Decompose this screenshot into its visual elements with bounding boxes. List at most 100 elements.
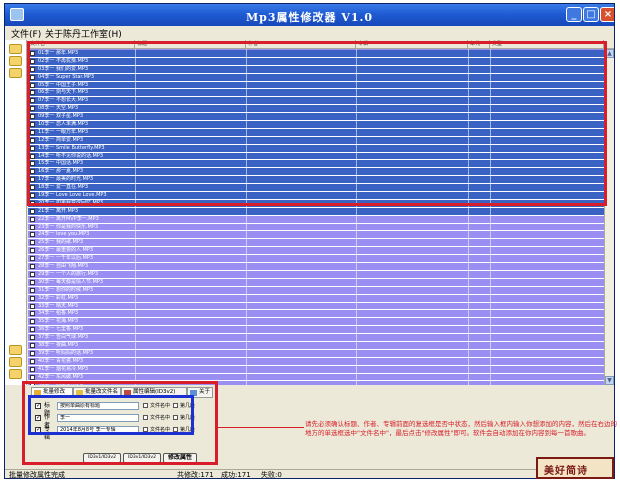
maximize-button[interactable]: □	[583, 7, 599, 22]
file-icon	[30, 114, 35, 120]
table-row[interactable]: 18李一 爱一直在.MP3	[28, 184, 604, 193]
table-row[interactable]: 15李一 中国话.MP3	[28, 160, 604, 169]
album-checkbox[interactable]: ✓	[35, 427, 41, 433]
tab-batch-edit[interactable]: 批量修改	[31, 387, 73, 398]
file-icon	[30, 287, 35, 293]
column-header-artist[interactable]: 作者	[246, 40, 356, 49]
file-icon	[30, 319, 35, 325]
table-row[interactable]: 32李一 彩虹.MP3	[28, 294, 604, 303]
table-row[interactable]: 02李一 不再犹豫.MP3	[28, 57, 604, 66]
row-filename: 28李一 自由飞翔.MP3	[38, 263, 89, 270]
column-header-year[interactable]: 年代	[468, 40, 490, 49]
table-row[interactable]: 16李一 那一夏.MP3	[28, 168, 604, 177]
artist-input[interactable]: 李一	[57, 414, 139, 422]
column-header-genre[interactable]: 类型	[490, 40, 604, 49]
row-filename: 24李一 love you.MP3	[38, 231, 90, 238]
table-row[interactable]: 09李一 双子星.MP3	[28, 113, 604, 122]
folder-tree[interactable]	[5, 40, 27, 385]
table-row[interactable]: 40李一 青花瓷.MP3	[28, 357, 604, 366]
table-row[interactable]: 38李一 夜曲.MP3	[28, 341, 604, 350]
artist-from-filename-radio[interactable]	[143, 415, 148, 420]
table-row[interactable]: 26李一 最重要的人.MP3	[28, 247, 604, 256]
id3v2-button[interactable]: ID3v1/ID3v2	[123, 453, 161, 463]
table-row[interactable]: 03李一 我们的爱.MP3	[28, 65, 604, 74]
table-row[interactable]: 29李一 一个人的旅行.MP3	[28, 270, 604, 279]
column-divider	[246, 49, 247, 385]
table-row[interactable]: 27李一 一千年以后.MP3	[28, 255, 604, 264]
column-header-album[interactable]: 专辑	[356, 40, 468, 49]
folder-icon[interactable]	[9, 357, 22, 367]
folder-icon[interactable]	[9, 56, 22, 66]
title-checkbox[interactable]: ✓	[35, 403, 41, 409]
column-header-title[interactable]: 标题	[135, 40, 246, 49]
table-row[interactable]: 23李一 你是我的快乐.MP3	[28, 223, 604, 232]
album-from-filename-radio[interactable]	[143, 427, 148, 432]
row-filename: 25李一 我的歌.MP3	[38, 239, 84, 246]
table-row[interactable]: 21李一 离开.MP3	[28, 207, 604, 216]
artist-segment-spinner[interactable]	[173, 415, 178, 420]
scroll-down-icon[interactable]: ▼	[605, 376, 614, 385]
title-bar[interactable]: Mp3属性修改器 V1.0 _ □ ×	[5, 4, 614, 26]
table-row[interactable]: 13李一 Smile Butterfly.MP3	[28, 144, 604, 153]
table-row[interactable]: 41李一 烟花易冷.MP3	[28, 365, 604, 374]
menu-about[interactable]: 关于陈丹工作室(H)	[45, 27, 122, 40]
table-row[interactable]: 36李一 七里香.MP3	[28, 326, 604, 335]
table-row[interactable]: 20李一 如果我变成回忆.MP3	[28, 199, 604, 208]
file-icon	[30, 177, 35, 183]
file-icon	[30, 82, 35, 88]
table-row[interactable]: 42李一 东风破.MP3	[28, 373, 604, 382]
file-icon	[30, 208, 35, 214]
close-button[interactable]: ×	[600, 7, 614, 22]
title-segment-spinner[interactable]	[173, 403, 178, 408]
table-row[interactable]: 07李一 不想长大.MP3	[28, 97, 604, 106]
tab-about[interactable]: 关于	[187, 387, 213, 398]
table-row[interactable]: 34李一 稻香.MP3	[28, 310, 604, 319]
table-row[interactable]: 11李一 一眼万年.MP3	[28, 128, 604, 137]
artist-checkbox[interactable]: ✓	[35, 415, 41, 421]
table-row[interactable]: 33李一 晴天.MP3	[28, 302, 604, 311]
title-from-filename-radio[interactable]	[143, 403, 148, 408]
column-header-filename[interactable]: 文件名	[28, 40, 135, 49]
scroll-up-icon[interactable]: ▲	[605, 49, 614, 58]
tab-rename[interactable]: 批量改文件名	[73, 387, 121, 398]
title-input[interactable]: 按照单曲原有标题	[57, 402, 139, 410]
table-row[interactable]: 05李一 中国王子.MP3	[28, 81, 604, 90]
column-divider	[356, 49, 357, 385]
file-icon	[30, 193, 35, 199]
table-row[interactable]: 08李一 天空.MP3	[28, 105, 604, 114]
table-row[interactable]: 12李一 简单爱.MP3	[28, 136, 604, 145]
id3v1-button[interactable]: ID3v1/ID3v2	[83, 453, 121, 463]
album-segment-spinner[interactable]	[173, 427, 178, 432]
table-row[interactable]: 39李一 听妈妈的话.MP3	[28, 349, 604, 358]
apply-button[interactable]: 修改属性	[163, 453, 197, 463]
folder-icon[interactable]	[9, 68, 22, 78]
minimize-button[interactable]: _	[566, 7, 582, 22]
watermark-stamp: 美好简诗	[536, 457, 614, 479]
table-row[interactable]: 25李一 我的歌.MP3	[28, 239, 604, 248]
menu-file[interactable]: 文件(F)	[11, 27, 41, 40]
table-row[interactable]: 43李一 简单爱.MP3	[28, 381, 604, 385]
table-row[interactable]: 22李一 离开MVP李一.MP3	[28, 215, 604, 224]
folder-icon[interactable]	[9, 345, 22, 355]
table-row[interactable]: 28李一 自由飞翔.MP3	[28, 263, 604, 271]
folder-icon[interactable]	[9, 44, 22, 54]
table-row[interactable]: 24李一 love you.MP3	[28, 231, 604, 240]
table-row[interactable]: 35李一 花海.MP3	[28, 318, 604, 327]
vertical-scrollbar[interactable]: ▲ ▼	[604, 49, 614, 385]
table-row[interactable]: 04李一 Super Star.MP3	[28, 73, 604, 82]
table-row[interactable]: 37李一 告白气球.MP3	[28, 334, 604, 342]
tab-label: 属性编辑(ID3v2)	[133, 389, 176, 395]
table-row[interactable]: 31李一 想你的时候.MP3	[28, 286, 604, 295]
table-row[interactable]: 30李一 每天都是情人节.MP3	[28, 278, 604, 287]
row-filename: 08李一 天空.MP3	[38, 105, 79, 112]
file-table[interactable]: 文件名 标题 作者 专辑 年代 类型 01李一 那年.MP3 02李一 不再犹豫.…	[28, 40, 614, 385]
table-row[interactable]: 19李一 Love Love Love.MP3	[28, 192, 604, 200]
table-row[interactable]: 06李一 剑与天下.MP3	[28, 89, 604, 98]
table-row[interactable]: 17李一 最美的时光.MP3	[28, 176, 604, 185]
table-row[interactable]: 14李一 听不见你说的话.MP3	[28, 152, 604, 161]
tab-id3-edit[interactable]: 属性编辑(ID3v2)	[121, 387, 187, 398]
folder-icon[interactable]	[9, 369, 22, 379]
album-input[interactable]: 2014年8月8号 李一专辑	[57, 426, 139, 434]
table-row[interactable]: 10李一 恋人未满.MP3	[28, 121, 604, 129]
table-row[interactable]: 01李一 那年.MP3	[28, 50, 604, 58]
